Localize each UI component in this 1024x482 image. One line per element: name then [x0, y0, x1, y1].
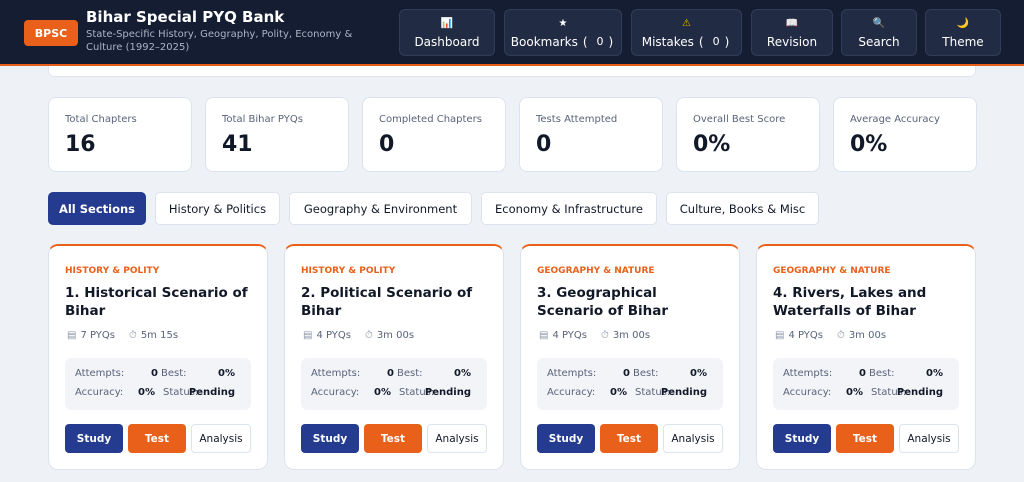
card-category: HISTORY & POLITY [65, 266, 160, 276]
top-panel-edge [48, 66, 976, 77]
star-icon: ★ [558, 17, 568, 29]
document-icon: ▤ [539, 330, 549, 341]
stopwatch-icon: ⏱ [601, 330, 609, 341]
mistakes-count: 0 [712, 35, 720, 48]
bookmarks-count: 0 [596, 35, 604, 48]
nav-theme-button[interactable]: 🌙 Theme [925, 9, 1001, 56]
stopwatch-icon: ⏱ [129, 330, 137, 341]
chapter-card: GEOGRAPHY & NATURE 4. Rivers, Lakes and … [756, 244, 976, 470]
stat-best-score: Overall Best Score 0% [676, 97, 820, 172]
stopwatch-icon: ⏱ [365, 330, 373, 341]
stat-average-accuracy: Average Accuracy 0% [833, 97, 977, 172]
document-icon: ▤ [775, 330, 785, 341]
analysis-button[interactable]: Analysis [663, 424, 723, 453]
status-badge: Pending [660, 387, 707, 398]
nav-search-button[interactable]: 🔍 Search [841, 9, 917, 56]
study-button[interactable]: Study [773, 424, 831, 453]
app-subtitle: State-Specific History, Geography, Polit… [86, 29, 353, 53]
document-icon: ▤ [67, 330, 77, 341]
card-title: 2. Political Scenario of Bihar [301, 285, 473, 319]
card-stats: Attempts: 0 Best: 0% Accuracy: 0% Status… [537, 358, 723, 410]
study-button[interactable]: Study [65, 424, 123, 453]
tab-all-sections[interactable]: All Sections [48, 192, 146, 225]
card-stats: Attempts: 0 Best: 0% Accuracy: 0% Status… [773, 358, 959, 410]
moon-icon: 🌙 [956, 17, 970, 29]
search-icon: 🔍 [872, 17, 886, 29]
tab-economy-infrastructure[interactable]: Economy & Infrastructure [481, 192, 657, 225]
analysis-button[interactable]: Analysis [899, 424, 959, 453]
document-icon: ▤ [303, 330, 313, 341]
app-header: BPSC Bihar Special PYQ Bank State-Specif… [0, 0, 1024, 66]
card-stats: Attempts: 0 Best: 0% Accuracy: 0% Status… [65, 358, 251, 410]
app-logo: BPSC [24, 20, 78, 46]
status-badge: Pending [896, 387, 943, 398]
stat-total-pyqs: Total Bihar PYQs 41 [205, 97, 349, 172]
tab-culture-books-misc[interactable]: Culture, Books & Misc [666, 192, 819, 225]
test-button[interactable]: Test [364, 424, 422, 453]
nav-mistakes-button[interactable]: ⚠ Mistakes(0) [631, 9, 742, 56]
chapter-card: HISTORY & POLITY 1. Historical Scenario … [48, 244, 268, 470]
nav-dashboard-button[interactable]: 📊 Dashboard [399, 9, 495, 56]
card-title: 3. Geographical Scenario of Bihar [537, 285, 669, 319]
card-stats: Attempts: 0 Best: 0% Accuracy: 0% Status… [301, 358, 487, 410]
test-button[interactable]: Test [836, 424, 894, 453]
nav-bookmarks-button[interactable]: ★ Bookmarks(0) [504, 9, 622, 56]
nav-revision-button[interactable]: 📖 Revision [751, 9, 833, 56]
analysis-button[interactable]: Analysis [191, 424, 251, 453]
warning-icon: ⚠ [682, 17, 691, 29]
chart-icon: 📊 [440, 17, 454, 29]
card-title: 4. Rivers, Lakes and Waterfalls of Bihar [773, 285, 927, 319]
stat-total-chapters: Total Chapters 16 [48, 97, 192, 172]
card-title: 1. Historical Scenario of Bihar [65, 285, 248, 319]
tab-geography-environment[interactable]: Geography & Environment [289, 192, 472, 225]
tab-history-politics[interactable]: History & Politics [155, 192, 280, 225]
card-category: GEOGRAPHY & NATURE [773, 266, 891, 276]
analysis-button[interactable]: Analysis [427, 424, 487, 453]
study-button[interactable]: Study [537, 424, 595, 453]
card-category: HISTORY & POLITY [301, 266, 396, 276]
status-badge: Pending [188, 387, 235, 398]
chapter-card: HISTORY & POLITY 2. Political Scenario o… [284, 244, 504, 470]
stat-tests-attempted: Tests Attempted 0 [519, 97, 663, 172]
test-button[interactable]: Test [600, 424, 658, 453]
card-category: GEOGRAPHY & NATURE [537, 266, 655, 276]
stat-completed-chapters: Completed Chapters 0 [362, 97, 506, 172]
status-badge: Pending [424, 387, 471, 398]
stopwatch-icon: ⏱ [837, 330, 845, 341]
book-icon: 📖 [785, 17, 799, 29]
chapter-card: GEOGRAPHY & NATURE 3. Geographical Scena… [520, 244, 740, 470]
study-button[interactable]: Study [301, 424, 359, 453]
app-title: Bihar Special PYQ Bank [86, 8, 285, 26]
test-button[interactable]: Test [128, 424, 186, 453]
